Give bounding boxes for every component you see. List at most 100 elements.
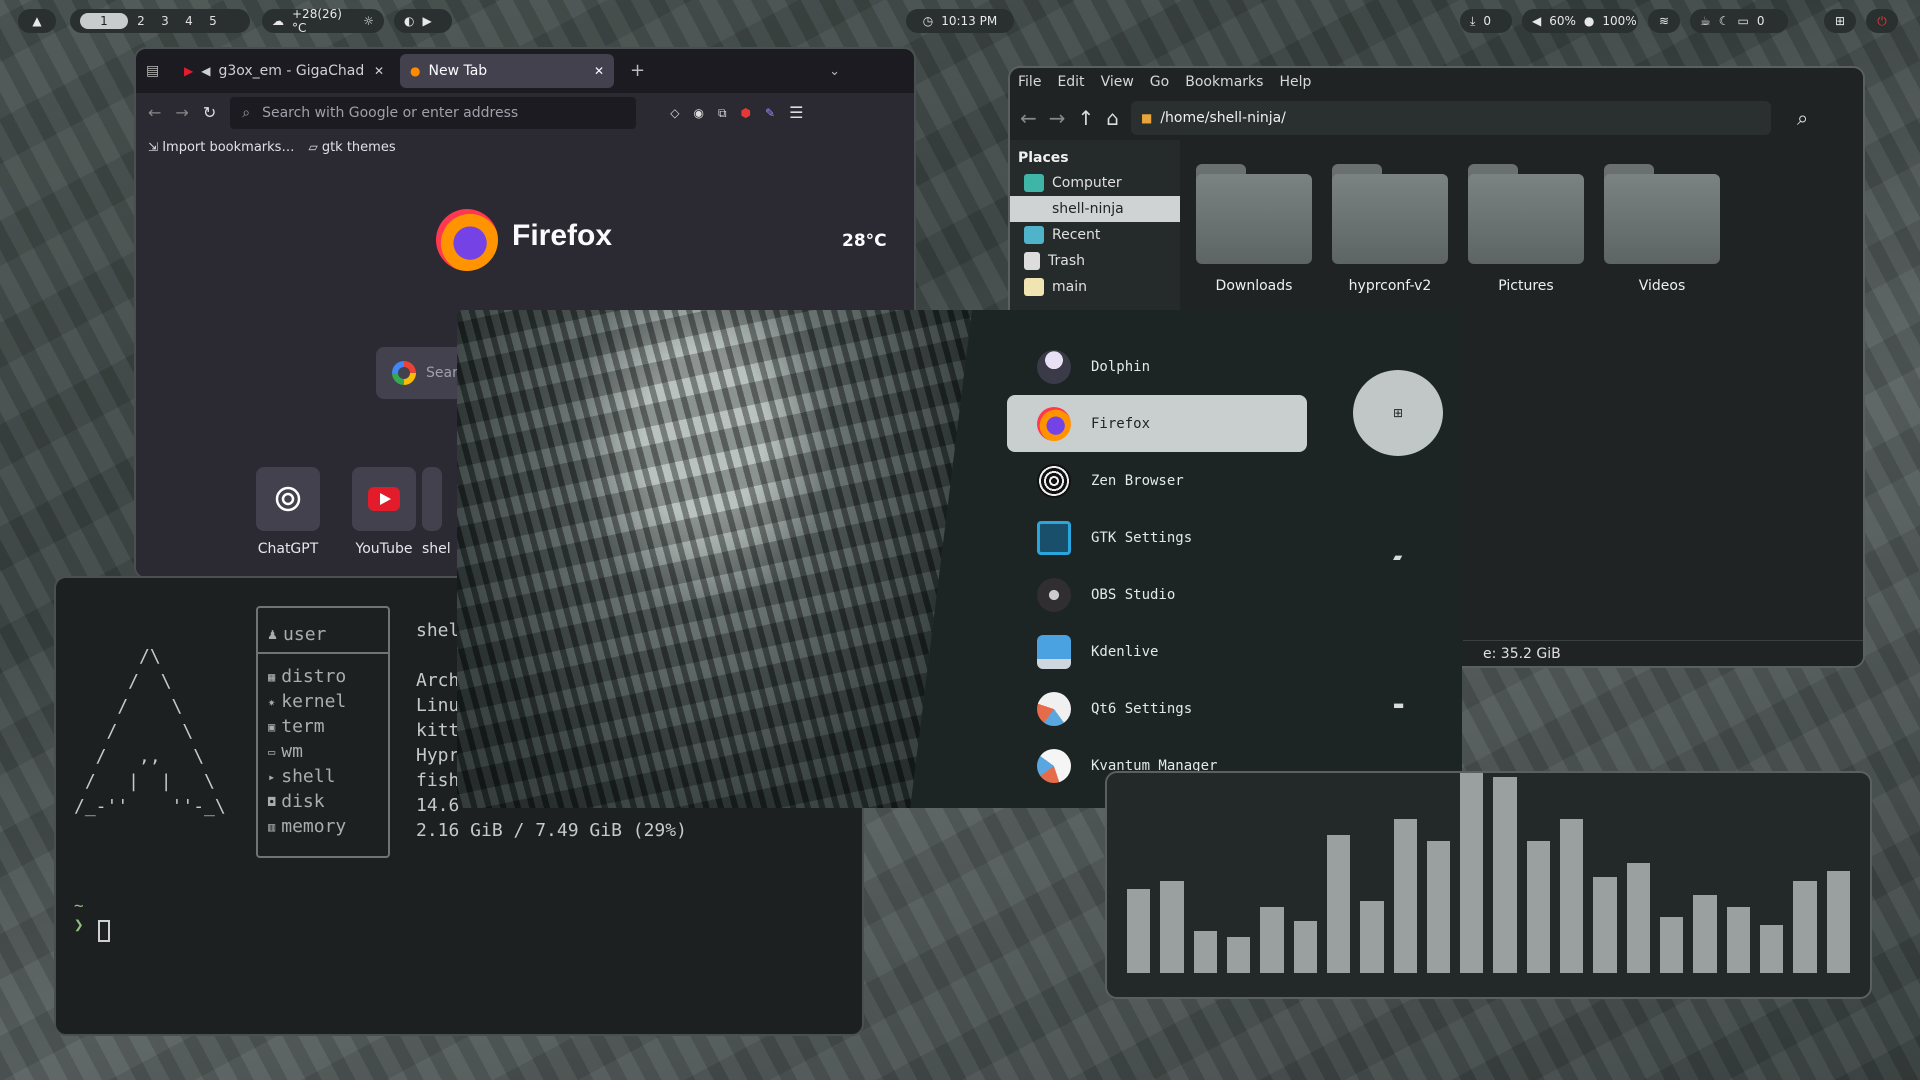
place-main[interactable]: main — [1010, 274, 1180, 300]
workspace-1[interactable]: 1 — [80, 13, 128, 29]
tab-list-chevron-icon[interactable]: ⌄ — [829, 65, 840, 78]
bookmark-import[interactable]: ⇲ Import bookmarks… — [148, 140, 294, 155]
workspace-3[interactable]: 3 — [154, 14, 176, 28]
weather-widget[interactable]: ☁ +28(26) °C ☼ — [262, 7, 384, 35]
menu-bookmarks[interactable]: Bookmarks — [1185, 74, 1263, 90]
url-bar[interactable]: ⌕ Search with Google or enter address — [230, 97, 637, 129]
clock-widget[interactable]: ◷ 10:13 PM — [906, 9, 1014, 33]
app-item-firefox[interactable]: Firefox — [1007, 395, 1307, 452]
downloads-widget[interactable]: ⤓ 0 — [1460, 9, 1512, 33]
app-item-kdenlive[interactable]: Kdenlive — [1007, 623, 1307, 680]
network-button[interactable]: ⊞ — [1824, 9, 1856, 33]
sun-icon: ☼ — [363, 14, 374, 28]
menu-go[interactable]: Go — [1150, 74, 1169, 90]
place-computer[interactable]: Computer — [1010, 170, 1180, 196]
kvantum-manager-icon — [1037, 748, 1071, 783]
workspace-2[interactable]: 2 — [130, 14, 152, 28]
visualizer-bar — [1326, 835, 1351, 973]
app-item-obs-studio[interactable]: OBS Studio — [1007, 566, 1307, 623]
workspace-4[interactable]: 4 — [178, 14, 200, 28]
distro-icon: ▦ — [268, 669, 276, 684]
ublock-icon[interactable]: ⬢ — [741, 107, 751, 119]
folder-icon[interactable]: ▰ — [1393, 550, 1402, 564]
folder-item[interactable]: Pictures — [1466, 164, 1586, 294]
moon-icon[interactable]: ☾ — [1719, 15, 1730, 27]
weather-temperature[interactable]: 28°C — [842, 231, 887, 251]
layers-button[interactable]: ≋ — [1648, 9, 1680, 33]
visualizer-bars — [1127, 773, 1850, 973]
visualizer-bar — [1393, 819, 1417, 973]
power-button[interactable]: ⏻ — [1866, 9, 1898, 33]
fetch-info-box: ♟ user ▦ distro ✷ kernel ▣ term ▭ wm ▸ shell … — [256, 606, 390, 858]
media-icon[interactable]: ◐ — [404, 15, 414, 27]
shortcut-youtube[interactable]: YouTube — [344, 467, 424, 557]
back-icon[interactable]: ← — [148, 105, 161, 121]
pocket-icon[interactable]: ◇ — [670, 107, 679, 119]
terminal-cursor — [98, 920, 110, 942]
status-bar: e: 35.2 GiB — [1463, 640, 1863, 666]
visualizer-bar — [1693, 895, 1717, 973]
forward-icon[interactable]: → — [1049, 108, 1066, 128]
grid-icon: ⊞ — [1392, 406, 1404, 420]
app-item-qt6-settings[interactable]: Qt6 Settings — [1007, 680, 1307, 737]
home-icon[interactable]: ⌂ — [1106, 108, 1119, 128]
dolphin-icon — [1037, 349, 1071, 384]
qt6-settings-icon — [1037, 691, 1071, 726]
forward-icon[interactable]: → — [175, 105, 188, 121]
play-icon[interactable]: ▶ — [422, 15, 431, 27]
menu-file[interactable]: File — [1018, 74, 1041, 90]
clipboard-icon[interactable]: ▭ — [1738, 15, 1749, 27]
menu-edit[interactable]: Edit — [1057, 74, 1084, 90]
search-icon[interactable]: ⌕ — [1797, 108, 1808, 128]
extensions-icon[interactable]: ⧉ — [718, 107, 727, 119]
audio-widget[interactable]: ◀ 60% ● 100% — [1522, 9, 1638, 33]
place-recent[interactable]: Recent — [1010, 222, 1180, 248]
menu-icon[interactable]: ☰ — [789, 105, 803, 121]
tab-gigachad[interactable]: ▶ ◀ g3ox_em - GigaChad ✕ — [174, 54, 394, 88]
bookmark-label: gtk themes — [321, 139, 396, 155]
menu-help[interactable]: Help — [1279, 74, 1311, 90]
back-icon[interactable]: ← — [1020, 108, 1037, 128]
up-icon[interactable]: ↑ — [1078, 108, 1095, 128]
folder-item[interactable]: hyprconf-v2 — [1330, 164, 1450, 294]
folder-label: Pictures — [1498, 278, 1554, 294]
place-home[interactable]: shell-ninja — [1010, 196, 1180, 222]
firefox-favicon-icon: ● — [410, 64, 421, 78]
memory-icon: ▥ — [268, 819, 276, 834]
workspace-5[interactable]: 5 — [202, 14, 224, 28]
all-apps-button[interactable]: ⊞ — [1353, 370, 1443, 456]
app-label: OBS Studio — [1091, 586, 1176, 603]
bookmark-folder-gtk-themes[interactable]: ▱ gtk themes — [308, 140, 395, 155]
youtube-favicon-icon: ▶ — [184, 64, 194, 78]
prompt-arrow: ❯ — [74, 915, 84, 934]
visualizer-bar — [1759, 925, 1784, 973]
place-label: Trash — [1048, 253, 1085, 269]
place-trash[interactable]: Trash — [1010, 248, 1180, 274]
account-icon[interactable]: ◉ — [693, 107, 703, 119]
fetch-label: user — [283, 623, 327, 645]
youtube-icon — [352, 467, 416, 531]
reload-icon[interactable]: ↻ — [203, 105, 216, 121]
app-item-zen-browser[interactable]: Zen Browser — [1007, 452, 1307, 509]
shortcut-shell[interactable]: shel — [422, 467, 462, 557]
path-bar[interactable]: ■ /home/shell-ninja/ — [1131, 101, 1771, 135]
app-item-gtk-settings[interactable]: GTK Settings — [1007, 509, 1307, 566]
folder-icon — [1196, 164, 1312, 264]
shortcut-chatgpt[interactable]: ChatGPT — [248, 467, 328, 557]
firefox-nav-bar: ← → ↻ ⌕ Search with Google or enter addr… — [136, 93, 914, 133]
visualizer-bar — [1526, 841, 1551, 973]
folder-item[interactable]: Downloads — [1194, 164, 1314, 294]
tab-overview-icon[interactable]: ▤ — [146, 64, 168, 78]
app-item-dolphin[interactable]: Dolphin — [1007, 338, 1307, 395]
window-icon[interactable]: ▬ — [1393, 698, 1404, 712]
coffee-icon[interactable]: ☕ — [1700, 15, 1711, 27]
color-picker-icon[interactable]: ✎ — [765, 107, 775, 119]
fetch-label: term — [281, 716, 325, 737]
menu-view[interactable]: View — [1101, 74, 1134, 90]
folder-item[interactable]: Videos — [1602, 164, 1722, 294]
tab-new-tab[interactable]: ● New Tab ✕ — [400, 54, 614, 88]
arch-menu-button[interactable]: ▲ — [18, 9, 56, 33]
new-tab-icon[interactable]: + — [630, 62, 645, 80]
close-tab-icon[interactable]: ✕ — [374, 65, 384, 77]
close-tab-icon[interactable]: ✕ — [594, 65, 604, 77]
